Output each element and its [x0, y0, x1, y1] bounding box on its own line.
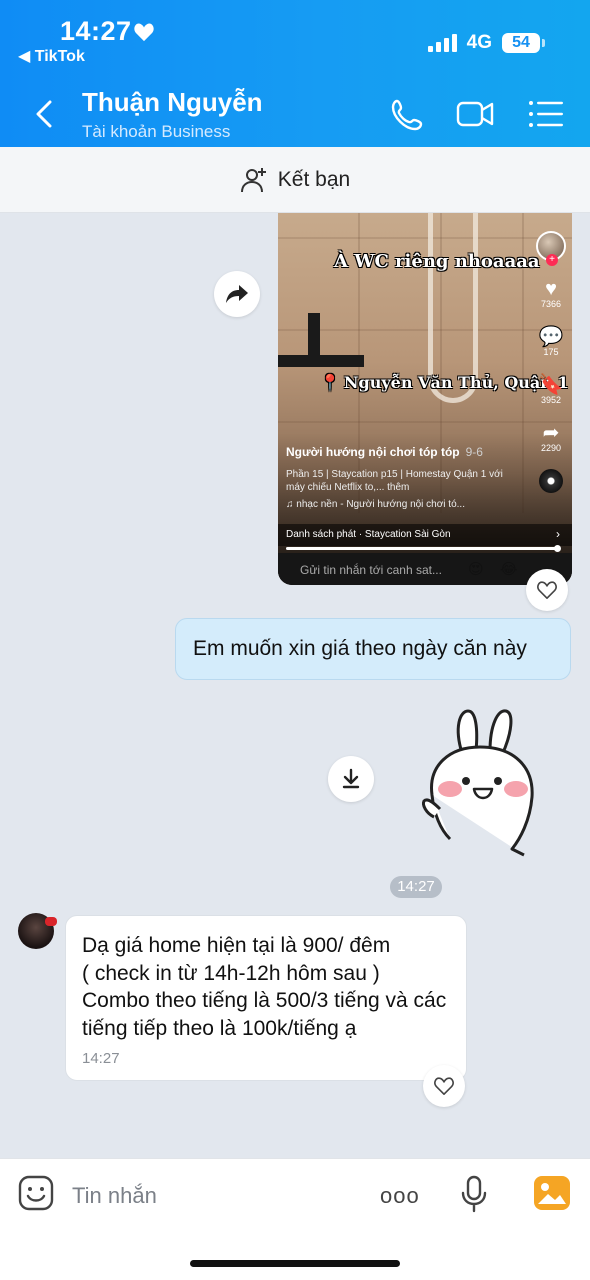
heart-outline-icon — [434, 1077, 454, 1095]
video-call-icon[interactable] — [455, 97, 495, 131]
contact-avatar[interactable] — [18, 913, 57, 949]
video-date: 9-6 — [465, 445, 483, 459]
video-author-name: Người hướng nội chơi tóp tóp — [286, 445, 460, 459]
home-indicator — [190, 1260, 400, 1267]
comment-placeholder: Gửi tin nhắn tới canh sat... — [300, 563, 442, 577]
add-friend-icon — [240, 167, 266, 192]
add-friend-button[interactable]: Kết bạn — [0, 147, 590, 213]
contact-subtitle: Tài khoản Business — [82, 122, 231, 141]
bunny-sticker[interactable] — [420, 705, 540, 860]
chat-header: 14:27 ◀ TikTok 4G 54 Thuận Nguyễn Tài kh… — [0, 0, 590, 147]
video-action-rail: + ♥ 7366 💬 175 🔖 3952 ➦ 2290 — [536, 231, 566, 493]
like-heart-icon: ♥ — [545, 278, 557, 300]
follow-plus-icon[interactable]: + — [546, 254, 558, 266]
save-stat[interactable]: 🔖 3952 — [539, 375, 564, 405]
share-count: 2290 — [540, 443, 562, 453]
share-stat[interactable]: ➦ 2290 — [541, 423, 561, 453]
network-type: 4G — [466, 32, 492, 53]
forward-button[interactable] — [214, 271, 260, 317]
incoming-message-bubble[interactable]: Dạ giá home hiện tại là 900/ đêm ( check… — [65, 915, 467, 1081]
video-music: ♫ nhạc nền - Người hướng nội chơi tó... — [286, 499, 465, 510]
phone-call-icon[interactable] — [388, 97, 428, 131]
location-pin-icon: 📍 — [320, 373, 340, 392]
incoming-message-time: 14:27 — [82, 1050, 120, 1067]
share-arrow-icon: ➦ — [542, 422, 560, 444]
contact-name[interactable]: Thuận Nguyễn — [82, 87, 263, 118]
react-heart-button-incoming[interactable] — [423, 1065, 465, 1107]
outgoing-message-bubble[interactable]: Em muốn xin giá theo ngày căn này — [175, 618, 571, 680]
message-input[interactable]: Tin nhắn — [72, 1183, 157, 1209]
music-disc-icon[interactable] — [539, 469, 563, 493]
avatar-badge — [45, 917, 57, 926]
comment-icon: 💬 — [538, 326, 564, 348]
back-to-app-link[interactable]: ◀ TikTok — [18, 46, 85, 66]
forward-arrow-icon — [226, 285, 248, 303]
status-indicators: 4G 54 — [427, 32, 545, 54]
video-location-text: Nguyễn Văn Thủ, Quận 1 — [343, 373, 569, 392]
comment-stat[interactable]: 💬 175 — [539, 327, 564, 357]
react-heart-button[interactable] — [526, 569, 568, 611]
playlist-label: Danh sách phát · Staycation Sài Gòn — [286, 529, 451, 540]
comment-count: 175 — [543, 347, 559, 357]
shared-video-card[interactable]: À WC riêng nhoaaaa 📍 Nguyễn Văn Thủ, Quận… — [278, 213, 572, 585]
incoming-message-text: Dạ giá home hiện tại là 900/ đêm ( check… — [82, 934, 447, 1040]
video-overlay-title: À WC riêng nhoaaaa — [334, 251, 540, 272]
sticker-emoji-icon[interactable] — [18, 1175, 54, 1211]
back-arrow-icon[interactable] — [30, 96, 58, 132]
video-overlay-location: 📍 Nguyễn Văn Thủ, Quận 1 — [320, 373, 569, 392]
video-playlist-bar[interactable]: Danh sách phát · Staycation Sài Gòn › — [278, 524, 572, 546]
heart-outline-icon — [537, 581, 557, 599]
like-stat[interactable]: ♥ 7366 — [541, 279, 561, 309]
progress-handle[interactable] — [554, 545, 561, 552]
menu-list-icon[interactable] — [526, 97, 566, 131]
more-options-icon[interactable]: ooo — [380, 1183, 420, 1209]
video-progress-bar[interactable] — [286, 545, 561, 552]
photo-gallery-icon[interactable] — [533, 1175, 571, 1211]
microphone-icon[interactable] — [460, 1175, 488, 1213]
save-count: 3952 — [540, 395, 562, 405]
heart-eyes-emoji-icon[interactable]: 😍 — [468, 560, 484, 578]
battery-icon: 54 — [502, 33, 545, 53]
creator-avatar[interactable]: + — [536, 231, 566, 266]
add-friend-label: Kết bạn — [277, 167, 351, 191]
video-author[interactable]: Người hướng nội chơi tóp tóp 9-6 — [286, 445, 483, 459]
heart-status-icon — [134, 23, 154, 42]
shelf-graphic — [278, 355, 364, 367]
status-time: 14:27 — [60, 16, 132, 46]
video-description: Phần 15 | Staycation p15 | Homestay Quận… — [286, 469, 503, 493]
bookmark-icon: 🔖 — [538, 374, 564, 396]
like-count: 7366 — [540, 299, 562, 309]
download-icon — [342, 768, 360, 789]
download-button[interactable] — [328, 756, 374, 802]
timestamp-chip: 14:27 — [390, 876, 442, 898]
signal-icon — [427, 34, 457, 52]
laughing-emoji-icon[interactable]: 😂 — [500, 560, 518, 578]
chevron-right-icon: › — [556, 527, 560, 541]
